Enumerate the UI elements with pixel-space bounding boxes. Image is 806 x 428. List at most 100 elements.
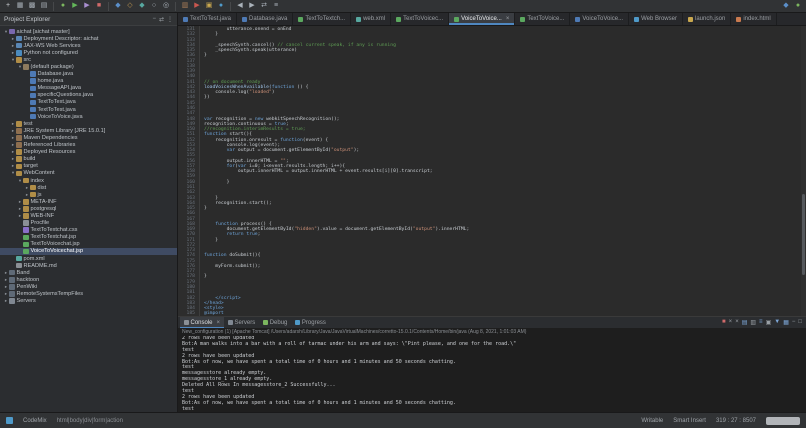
save-all-icon[interactable]: ▩ — [27, 1, 37, 11]
console-output[interactable]: 2 rows have been updated Bot:A man walks … — [178, 336, 806, 412]
tree-item[interactable]: ▸ test — [0, 120, 177, 127]
tree-item[interactable]: ▸ dist — [0, 184, 177, 191]
editor-tab[interactable]: TextToTextch... — [293, 13, 352, 25]
display-selected-console-icon[interactable]: ▼ — [774, 319, 780, 326]
tree-item[interactable]: specificQuestions.java — [0, 92, 177, 99]
run-icon[interactable]: ▶ — [70, 1, 80, 11]
remove-launch-icon[interactable]: × — [729, 319, 733, 326]
tree-item[interactable]: home.java — [0, 78, 177, 85]
stop-icon[interactable]: ■ — [94, 1, 104, 11]
tree-item[interactable]: TextToText.java — [0, 99, 177, 106]
editor-tab[interactable]: VoiceToVoice... — [570, 13, 630, 25]
link-with-editor-icon[interactable]: ⇄ — [159, 16, 164, 23]
editor-tab[interactable]: index.html — [731, 13, 777, 25]
tree-item[interactable]: README.md — [0, 262, 177, 269]
open-type-icon[interactable]: ○ — [149, 1, 159, 11]
tree-item[interactable]: ▾ (default package) — [0, 63, 177, 70]
pin-console-icon[interactable]: ▣ — [766, 319, 772, 326]
tree-item[interactable]: ▸ Referenced Libraries — [0, 142, 177, 149]
maximize-icon[interactable]: □ — [798, 319, 802, 326]
new-package-icon[interactable]: ◇ — [125, 1, 135, 11]
minimize-icon[interactable]: − — [792, 319, 796, 326]
editor-tab[interactable]: Web Browser — [629, 13, 683, 25]
external-tools-icon[interactable]: ▶ — [192, 1, 202, 11]
tree-item[interactable]: TextToTextchat.jsp — [0, 234, 177, 241]
open-console-icon[interactable]: ▦ — [783, 319, 789, 326]
code-editor[interactable]: 131 132 133 134 135 136 137 138 139 140 141 142 143 1… — [178, 26, 806, 316]
editor-tab[interactable]: Database.java — [237, 13, 294, 25]
tree-item[interactable]: ▾ aichat [aichat master] — [0, 28, 177, 35]
tree-item[interactable]: ▾ index — [0, 177, 177, 184]
tree-item[interactable]: pom.xml — [0, 255, 177, 262]
editor-tab[interactable]: TextToVoicec... — [391, 13, 450, 25]
perspective-java-ee-icon[interactable]: ◆ — [781, 1, 791, 11]
tree-item[interactable]: MessageAPI.java — [0, 85, 177, 92]
project-tree[interactable]: ▾ aichat [aichat master] ▸ Deployment Descr… — [0, 26, 177, 412]
collapse-all-icon[interactable]: − — [152, 16, 156, 23]
tree-item[interactable]: ▸ Servers — [0, 298, 177, 305]
forward-icon[interactable]: ▶ — [247, 1, 257, 11]
tree-item[interactable]: ▸ WEB-INF — [0, 212, 177, 219]
new-servlet-icon[interactable]: ◆ — [137, 1, 147, 11]
console-tab-debug[interactable]: Debug — [259, 317, 291, 328]
link-with-editor-icon[interactable]: ≡ — [271, 1, 281, 11]
clear-console-icon[interactable]: ▤ — [742, 319, 748, 326]
tree-item[interactable]: TextToTest.java — [0, 106, 177, 113]
editor-scrollbar-thumb[interactable] — [802, 194, 805, 276]
print-icon[interactable]: ▤ — [39, 1, 49, 11]
editor-tab[interactable]: web.xml — [351, 13, 392, 25]
tree-item[interactable]: ▾ WebContent — [0, 170, 177, 177]
last-edit-location-icon[interactable]: ⇄ — [259, 1, 269, 11]
tree-item[interactable]: ▸ Deployment Descriptor: aichat — [0, 35, 177, 42]
tree-item[interactable]: Database.java — [0, 71, 177, 78]
profile-icon[interactable]: ▶ — [82, 1, 92, 11]
tree-item[interactable]: ▸ JRE System Library [JRE 15.0.1] — [0, 127, 177, 134]
code-area[interactable]: utterance.onend = onEnd } _speechSynth.c… — [200, 26, 806, 316]
word-wrap-icon[interactable]: ≡ — [759, 319, 763, 326]
tree-item[interactable]: ▸ hacktoon — [0, 276, 177, 283]
tree-item[interactable]: ▸ META-INF — [0, 198, 177, 205]
perspective-debug-icon[interactable]: ● — [793, 1, 803, 11]
tree-item[interactable]: ▸ Band — [0, 269, 177, 276]
debug-icon[interactable]: ● — [58, 1, 68, 11]
new-java-class-icon[interactable]: ◆ — [113, 1, 123, 11]
search-icon[interactable]: ◎ — [161, 1, 171, 11]
tree-item[interactable]: ▸ RemoteSystemsTempFiles — [0, 290, 177, 297]
save-icon[interactable]: ▦ — [15, 1, 25, 11]
editor-tab[interactable]: TextToTest.java — [178, 13, 238, 25]
tree-item[interactable]: ▸ postgresql — [0, 205, 177, 212]
editor-tab[interactable]: VoiceToVoice... × — [449, 13, 516, 25]
tree-item[interactable]: ▸ Maven Dependencies — [0, 134, 177, 141]
tree-item[interactable]: ▾ src — [0, 56, 177, 63]
tree-item[interactable]: ▸ Deployed Resources — [0, 149, 177, 156]
editor-tab[interactable]: launch.json — [683, 13, 732, 25]
remove-all-launches-icon[interactable]: × — [735, 319, 739, 326]
editor-tab[interactable]: TextToVoice... — [515, 13, 571, 25]
new-wizard-icon[interactable]: + — [3, 1, 13, 11]
web-browser-icon[interactable]: ● — [216, 1, 226, 11]
tree-item[interactable]: ▸ Python not configured — [0, 49, 177, 56]
console-tab-servers[interactable]: Servers — [224, 317, 259, 328]
insert-mode-status[interactable]: Smart Insert — [673, 418, 706, 424]
tree-item[interactable]: ▸ build — [0, 156, 177, 163]
tree-item[interactable]: ▸ target — [0, 163, 177, 170]
tree-item[interactable]: Procfile — [0, 220, 177, 227]
database-icon[interactable]: ▣ — [204, 1, 214, 11]
console-tab-console[interactable]: Console × — [180, 317, 225, 328]
tree-item[interactable]: ▸ js — [0, 191, 177, 198]
editor-scrollbar[interactable] — [801, 26, 806, 316]
back-icon[interactable]: ◀ — [235, 1, 245, 11]
codemix-label[interactable]: CodeMix — [23, 418, 47, 424]
view-menu-icon[interactable]: ⋮ — [167, 16, 173, 23]
terminate-icon[interactable]: ■ — [722, 319, 726, 326]
coverage-icon[interactable]: ▥ — [180, 1, 190, 11]
tree-item[interactable]: ▸ PenWiki — [0, 283, 177, 290]
tree-item[interactable]: VoiceToVoicechat.jsp — [0, 247, 177, 255]
tree-item[interactable]: ▸ JAX-WS Web Services — [0, 42, 177, 49]
console-tab-progress[interactable]: Progress — [291, 317, 330, 328]
tree-item[interactable]: TextToTextchat.css — [0, 227, 177, 234]
console-tab-close-icon[interactable]: × — [217, 320, 221, 326]
tree-item[interactable]: VoiceToVoice.java — [0, 113, 177, 120]
scroll-lock-icon[interactable]: ▥ — [750, 319, 756, 326]
tree-item[interactable]: TextToVoicechat.jsp — [0, 241, 177, 248]
